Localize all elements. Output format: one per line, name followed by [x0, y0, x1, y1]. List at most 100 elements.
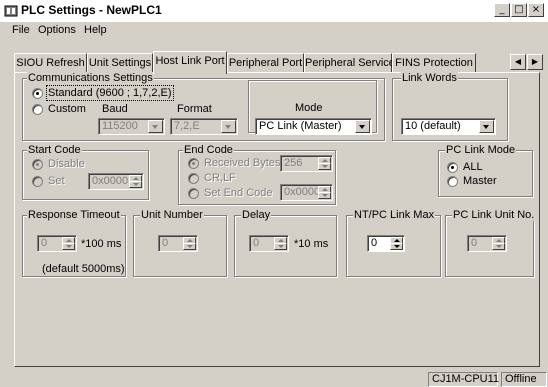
- baud-dropdown-icon: [148, 120, 163, 133]
- end-code-group: End Code Received Bytes 256 CR,LF Set En…: [178, 144, 336, 205]
- response-timeout-value: 0: [41, 237, 48, 249]
- mode-value: PC Link (Master): [259, 120, 342, 132]
- format-label: Format: [177, 103, 212, 115]
- delay-input: 0: [249, 235, 289, 252]
- start-code-value: 0x0000: [92, 175, 129, 187]
- menu-bar: File Options Help: [0, 22, 548, 40]
- format-dropdown-icon: [221, 120, 236, 133]
- set-end-code-input: 0x0000: [280, 184, 333, 201]
- nt-pc-link-max-legend: NT/PC Link Max: [353, 209, 436, 221]
- format-select: 7,2,E: [170, 118, 238, 135]
- pc-link-all-radio[interactable]: [447, 162, 458, 173]
- end-crlf-radio: [188, 173, 199, 184]
- menu-file[interactable]: File: [12, 24, 30, 36]
- menu-help[interactable]: Help: [84, 24, 107, 36]
- pc-link-unit-no-group: PC Link Unit No. 0: [445, 209, 536, 277]
- received-bytes-spinner-icon: [318, 157, 331, 170]
- tab-scroll-arrows: ◀ ▶: [510, 54, 544, 70]
- start-code-input: 0x0000: [88, 173, 144, 190]
- unit-number-legend: Unit Number: [140, 209, 204, 221]
- pc-link-mode-legend: PC Link Mode: [445, 144, 517, 156]
- pc-link-master-label[interactable]: Master: [463, 175, 497, 187]
- set-end-code-value: 0x0000: [284, 186, 321, 198]
- set-end-code-spinner-icon: [318, 186, 331, 199]
- pc-link-unit-no-input: 0: [467, 235, 507, 252]
- pc-link-mode-group: PC Link Mode ALL Master: [438, 144, 533, 197]
- link-words-group: Link Words 10 (default): [392, 72, 508, 141]
- link-words-value: 10 (default): [405, 120, 461, 132]
- delay-unit: *10 ms: [294, 238, 329, 250]
- start-disable-label: Disable: [48, 158, 85, 170]
- plc-app-icon: [4, 5, 18, 17]
- menu-options[interactable]: Options: [38, 24, 76, 36]
- nt-pc-link-max-input[interactable]: 0: [367, 235, 405, 252]
- response-timeout-unit: *100 ms: [81, 238, 122, 250]
- start-disable-radio: [32, 159, 43, 170]
- end-crlf-label: CR,LF: [204, 172, 236, 184]
- nt-pc-link-max-value: 0: [371, 237, 378, 249]
- unit-number-input: 0: [158, 235, 198, 252]
- response-timeout-input: 0: [37, 235, 77, 252]
- end-set-label: Set End Code: [204, 187, 273, 199]
- delay-value: 0: [253, 237, 260, 249]
- mode-select[interactable]: PC Link (Master): [255, 118, 372, 135]
- nt-pc-link-max-spinner-icon[interactable]: [390, 237, 403, 250]
- minimize-button[interactable]: _: [494, 3, 510, 17]
- mode-label: Mode: [295, 102, 323, 114]
- response-timeout-group: Response Timeout 0 *100 ms (default 5000…: [22, 209, 126, 277]
- end-received-radio: [188, 158, 199, 169]
- format-value: 7,2,E: [174, 120, 200, 132]
- mode-group: Mode PC Link (Master): [248, 80, 377, 135]
- standard-radio[interactable]: [32, 88, 43, 99]
- response-timeout-default-note: (default 5000ms): [42, 263, 125, 275]
- unit-number-value: 0: [162, 237, 169, 249]
- pc-link-all-label[interactable]: ALL: [463, 161, 483, 173]
- link-words-dropdown-icon[interactable]: [479, 120, 494, 133]
- link-words-select[interactable]: 10 (default): [401, 118, 496, 135]
- custom-label[interactable]: Custom: [48, 103, 86, 115]
- tab-fins-protection[interactable]: FINS Protection: [392, 53, 476, 73]
- pc-link-unit-no-legend: PC Link Unit No.: [452, 209, 536, 221]
- baud-label: Baud: [102, 103, 128, 115]
- status-state: Offline: [501, 372, 547, 387]
- pc-link-unit-no-spinner-icon: [492, 237, 505, 250]
- baud-value: 115200: [102, 120, 138, 132]
- pc-link-master-radio[interactable]: [447, 176, 458, 187]
- maximize-button[interactable]: □: [511, 3, 527, 17]
- title-bar[interactable]: PLC Settings - NewPLC1 _ □ ×: [0, 0, 548, 22]
- status-bar: CJ1M-CPU11 Offline: [0, 370, 548, 387]
- standard-label[interactable]: Standard (9600 ; 1,7,2,E): [46, 85, 174, 101]
- unit-number-group: Unit Number 0: [133, 209, 227, 277]
- tab-peripheral-service[interactable]: Peripheral Service: [304, 53, 395, 73]
- tab-scroll-left-icon[interactable]: ◀: [510, 54, 526, 70]
- start-set-label: Set: [48, 175, 65, 187]
- received-bytes-value: 256: [284, 157, 303, 169]
- tab-scroll-right-icon[interactable]: ▶: [527, 54, 543, 70]
- plc-settings-window: PLC Settings - NewPLC1 _ □ × File Option…: [0, 0, 548, 387]
- delay-legend: Delay: [241, 209, 272, 221]
- close-button[interactable]: ×: [528, 3, 544, 17]
- window-title: PLC Settings - NewPLC1: [21, 3, 162, 17]
- response-timeout-spinner-icon: [62, 237, 75, 250]
- response-timeout-legend: Response Timeout: [27, 209, 121, 221]
- communications-settings-legend: Communications Settings: [27, 72, 154, 84]
- custom-radio[interactable]: [32, 104, 43, 115]
- tab-unit-settings[interactable]: Unit Settings: [87, 53, 153, 73]
- baud-select: 115200: [98, 118, 165, 135]
- pc-link-unit-no-value: 0: [471, 237, 478, 249]
- delay-spinner-icon: [274, 237, 287, 250]
- tab-siou-refresh[interactable]: SIOU Refresh: [14, 53, 87, 73]
- unit-number-spinner-icon: [183, 237, 196, 250]
- end-received-label: Received Bytes: [204, 157, 281, 169]
- start-code-spinner-icon: [129, 175, 142, 188]
- host-link-port-panel: Communications Settings Standard (9600 ;…: [14, 72, 540, 367]
- link-words-legend: Link Words: [401, 72, 458, 84]
- mode-dropdown-icon[interactable]: [355, 120, 370, 133]
- nt-pc-link-max-group: NT/PC Link Max 0: [346, 209, 441, 277]
- start-code-group: Start Code Disable Set 0x0000: [22, 144, 149, 200]
- delay-group: Delay 0 *10 ms: [234, 209, 337, 277]
- status-cpu: CJ1M-CPU11: [428, 372, 499, 387]
- start-code-legend: Start Code: [27, 144, 82, 156]
- tab-host-link-port[interactable]: Host Link Port: [153, 51, 227, 74]
- tab-peripheral-port[interactable]: Peripheral Port: [227, 53, 304, 73]
